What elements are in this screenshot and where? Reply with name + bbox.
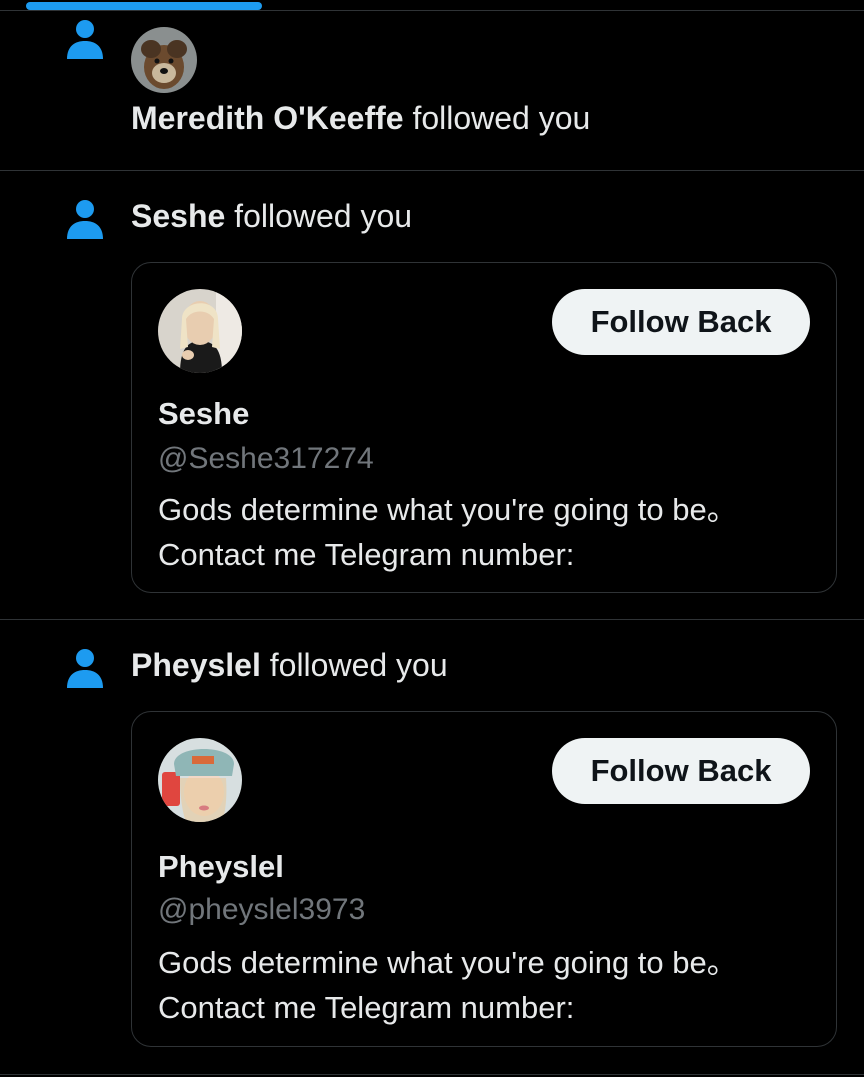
card-user-name[interactable]: Pheyslel xyxy=(158,848,284,886)
card-user-bio: Gods determine what you're going to be。 … xyxy=(158,492,738,572)
action-text: followed you xyxy=(403,100,591,136)
notification-text: Pheyslel followed you xyxy=(131,645,448,685)
user-card[interactable]: Follow Back Seshe @Seshe317274 Gods dete… xyxy=(131,262,837,593)
user-name[interactable]: Pheyslel xyxy=(131,647,261,683)
card-user-handle[interactable]: @pheyslel3973 xyxy=(158,892,365,928)
action-text: followed you xyxy=(260,647,448,683)
avatar[interactable] xyxy=(158,738,242,822)
card-user-bio: Gods determine what you're going to be。 … xyxy=(158,945,738,1025)
user-name[interactable]: Meredith O'Keeffe xyxy=(131,100,404,136)
action-text: followed you xyxy=(225,198,413,234)
notification-text: Meredith O'Keeffe followed you xyxy=(131,98,590,138)
follow-back-button[interactable]: Follow Back xyxy=(552,289,810,355)
person-icon xyxy=(67,20,103,59)
person-icon xyxy=(67,649,103,688)
user-card[interactable]: Follow Back Pheyslel @pheyslel3973 Gods … xyxy=(131,711,837,1047)
notification-item[interactable]: Meredith O'Keeffe followed you xyxy=(0,11,864,171)
user-name[interactable]: Seshe xyxy=(131,198,225,234)
active-tab-indicator xyxy=(26,2,262,10)
follow-back-button[interactable]: Follow Back xyxy=(552,738,810,804)
card-user-name[interactable]: Seshe xyxy=(158,395,249,433)
person-icon xyxy=(67,200,103,239)
notification-item[interactable]: Seshe followed you Follow Back Seshe @Se… xyxy=(0,171,864,620)
notification-text: Seshe followed you xyxy=(131,196,412,236)
avatar[interactable] xyxy=(158,289,242,373)
card-user-handle[interactable]: @Seshe317274 xyxy=(158,441,374,477)
notification-item[interactable]: Pheyslel followed you Follow Back Pheysl… xyxy=(0,620,864,1075)
avatar[interactable] xyxy=(131,27,197,93)
